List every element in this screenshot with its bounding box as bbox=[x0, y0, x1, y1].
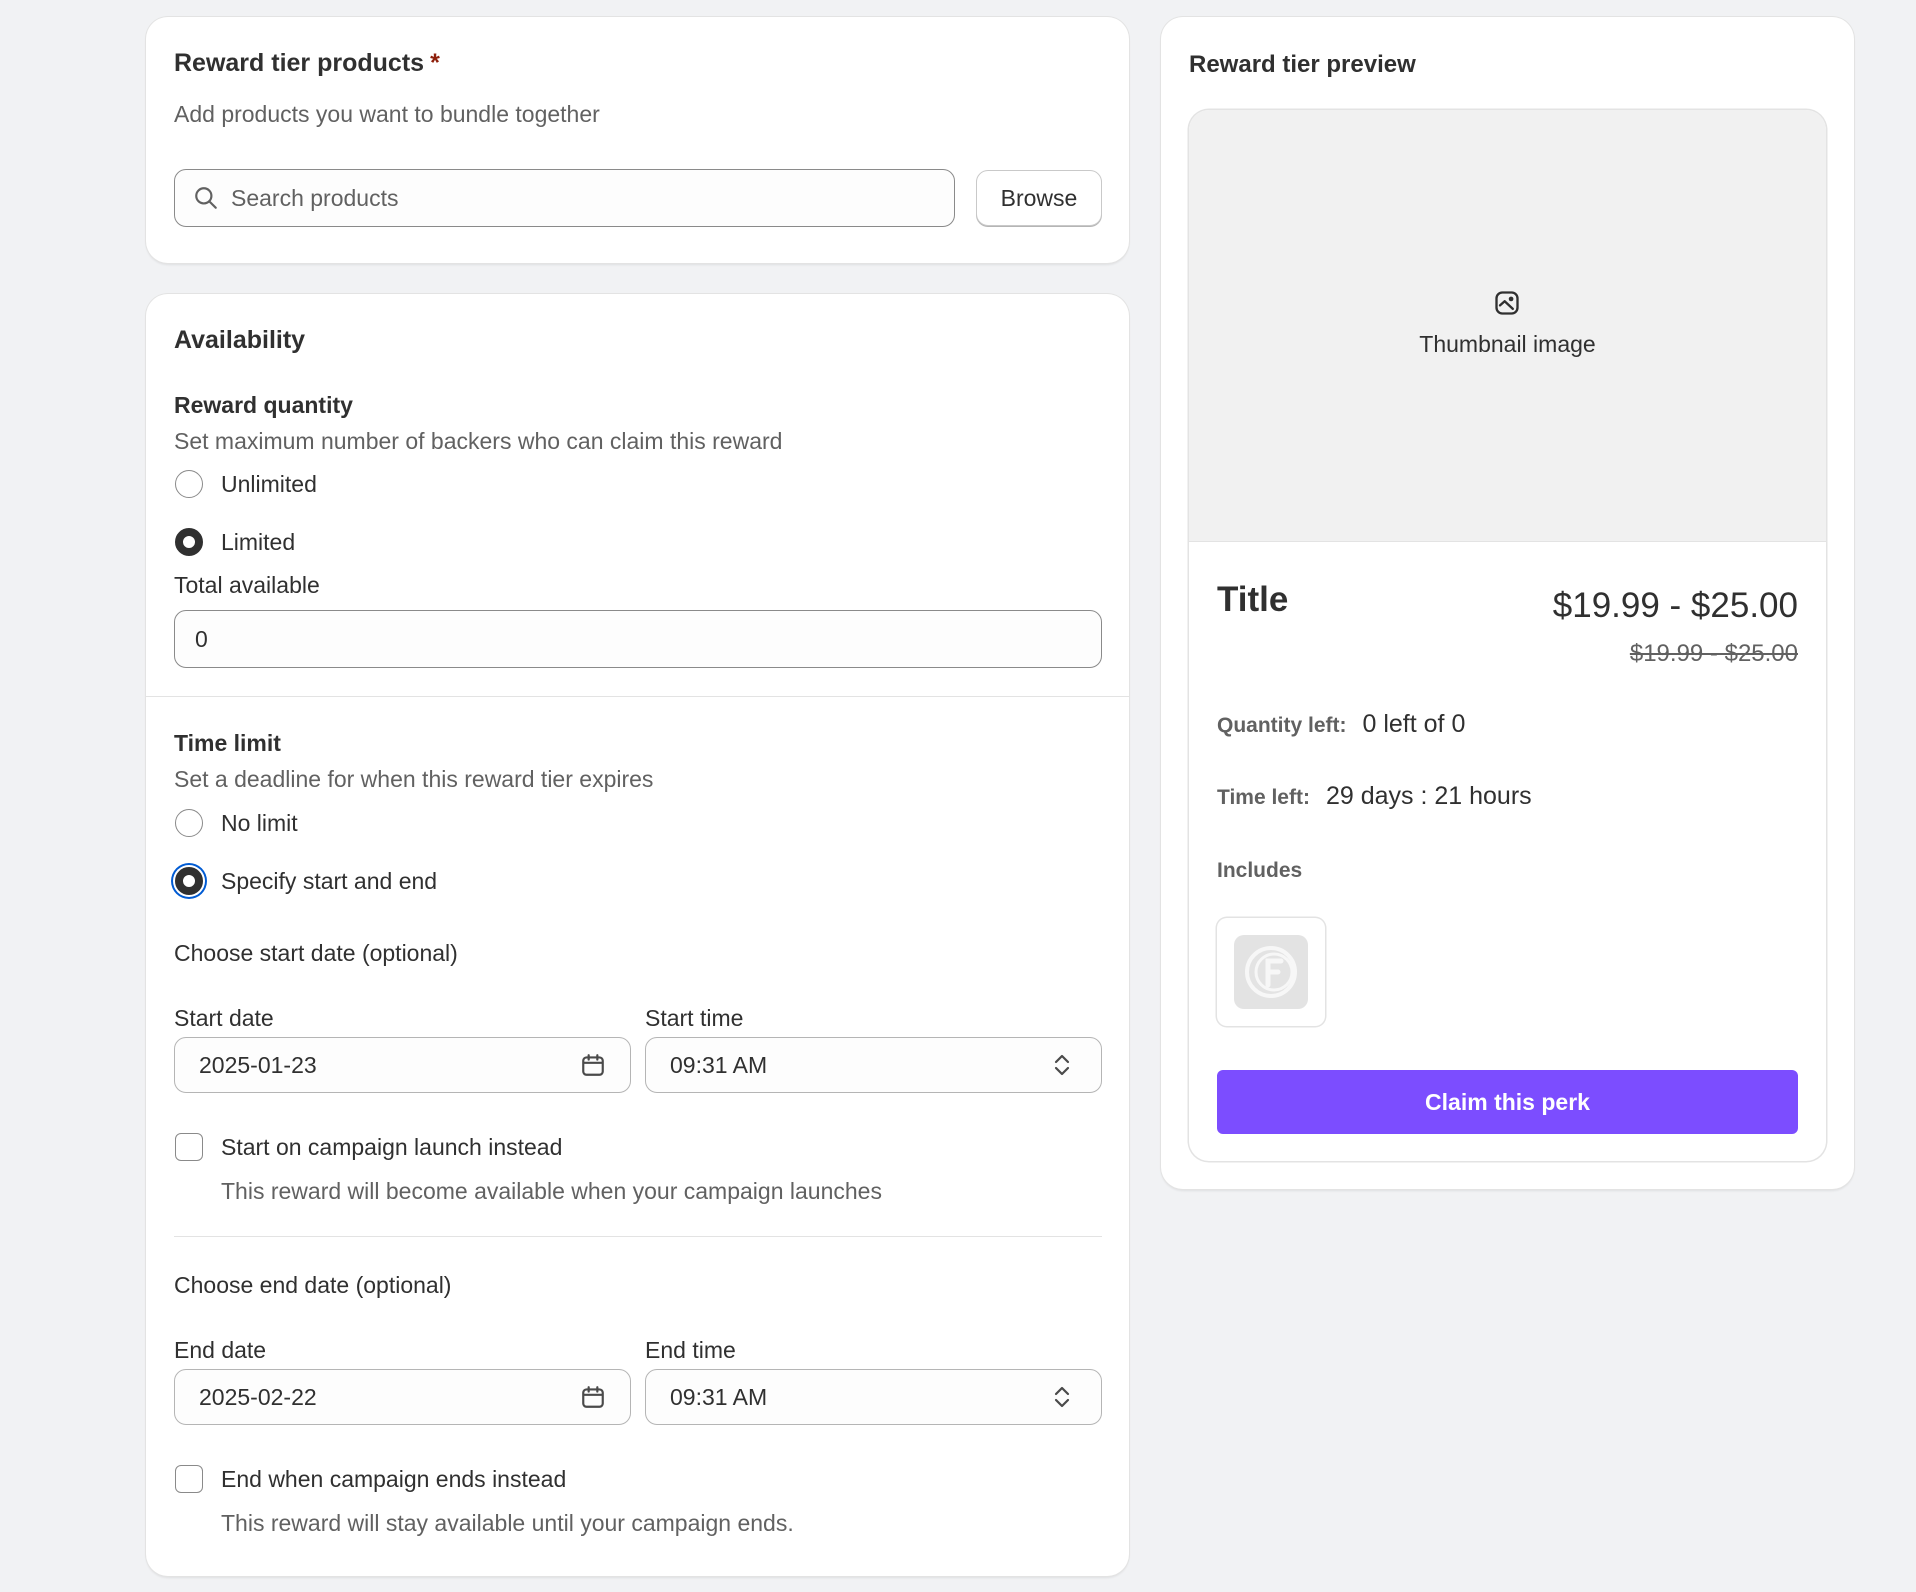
thumbnail-text: Thumbnail image bbox=[1419, 331, 1596, 357]
start-end-divider bbox=[174, 1236, 1102, 1237]
radio-specify-start-end[interactable] bbox=[175, 867, 203, 895]
item-price: $19.99 - $25.00 bbox=[1552, 586, 1798, 625]
search-icon bbox=[195, 187, 217, 209]
time-limit-help: Set a deadline for when this reward tier… bbox=[174, 766, 654, 792]
availability-card: Availability Reward quantity Set maximum… bbox=[146, 294, 1129, 1576]
radio-no-limit-label[interactable]: No limit bbox=[221, 810, 298, 837]
reward-tier-products-card: Reward tier products * Add products you w… bbox=[146, 17, 1129, 263]
start-date-value: 2025-01-23 bbox=[199, 1051, 317, 1078]
select-chevron-icon bbox=[1054, 1054, 1070, 1076]
section-divider bbox=[146, 696, 1129, 697]
quantity-left-label: Quantity left: bbox=[1217, 714, 1347, 737]
included-product-thumbnail[interactable] bbox=[1217, 918, 1325, 1026]
reward-quantity-help: Set maximum number of backers who can cl… bbox=[174, 428, 783, 454]
reward-quantity-label: Reward quantity bbox=[174, 392, 353, 418]
claim-perk-button[interactable]: Claim this perk bbox=[1217, 1070, 1798, 1134]
preview-box: Thumbnail image Title $19.99 - $25.00 $1… bbox=[1189, 110, 1826, 1161]
radio-unlimited-label[interactable]: Unlimited bbox=[221, 471, 317, 498]
end-when-campaign-ends-label[interactable]: End when campaign ends instead bbox=[221, 1466, 566, 1493]
includes-label: Includes bbox=[1217, 859, 1303, 882]
products-title-text: Reward tier products bbox=[174, 49, 425, 77]
end-date-value: 2025-02-22 bbox=[199, 1383, 317, 1410]
start-date-heading: Choose start date (optional) bbox=[174, 940, 458, 966]
end-time-value: 09:31 AM bbox=[670, 1383, 768, 1410]
start-on-launch-label[interactable]: Start on campaign launch instead bbox=[221, 1134, 562, 1161]
thumbnail-area: Thumbnail image bbox=[1189, 110, 1826, 542]
products-title: Reward tier products * bbox=[174, 49, 440, 78]
end-time-label: End time bbox=[645, 1337, 736, 1363]
end-when-campaign-ends-help: This reward will stay available until yo… bbox=[221, 1510, 794, 1536]
start-date-label: Start date bbox=[174, 1005, 274, 1031]
select-chevron-icon bbox=[1054, 1386, 1070, 1408]
item-title: Title bbox=[1217, 580, 1289, 619]
end-date-label: End date bbox=[174, 1337, 267, 1363]
radio-no-limit[interactable] bbox=[175, 809, 203, 837]
total-available-value: 0 bbox=[195, 625, 208, 652]
end-time-select[interactable]: 09:31 AM bbox=[645, 1369, 1102, 1425]
calendar-icon[interactable] bbox=[580, 1384, 606, 1410]
end-when-campaign-ends-checkbox[interactable] bbox=[175, 1465, 203, 1493]
start-date-input[interactable]: 2025-01-23 bbox=[174, 1037, 631, 1093]
availability-title: Availability bbox=[174, 326, 306, 354]
radio-specify-start-end-label[interactable]: Specify start and end bbox=[221, 868, 437, 895]
start-on-launch-checkbox[interactable] bbox=[175, 1133, 203, 1161]
start-time-label: Start time bbox=[645, 1005, 744, 1031]
quantity-left-row: Quantity left: 0 left of 0 bbox=[1217, 710, 1465, 739]
product-logo bbox=[1234, 935, 1308, 1009]
start-time-value: 09:31 AM bbox=[670, 1051, 768, 1078]
image-icon bbox=[1495, 291, 1519, 315]
end-date-heading: Choose end date (optional) bbox=[174, 1272, 452, 1298]
search-products-input[interactable]: Search products bbox=[174, 169, 955, 227]
radio-unlimited[interactable] bbox=[175, 470, 203, 498]
search-placeholder: Search products bbox=[231, 184, 399, 211]
radio-limited-label[interactable]: Limited bbox=[221, 529, 295, 556]
radio-limited[interactable] bbox=[175, 528, 203, 556]
browse-button[interactable]: Browse bbox=[976, 170, 1102, 226]
total-available-label: Total available bbox=[174, 572, 320, 598]
preview-title: Reward tier preview bbox=[1189, 51, 1416, 78]
time-limit-label: Time limit bbox=[174, 730, 281, 756]
quantity-left-value: 0 left of 0 bbox=[1362, 710, 1466, 738]
reward-tier-preview-card: Reward tier preview Thumbnail image Titl… bbox=[1161, 17, 1854, 1189]
time-left-row: Time left: 29 days : 21 hours bbox=[1217, 782, 1532, 811]
products-subtitle: Add products you want to bundle together bbox=[174, 101, 600, 127]
time-left-label: Time left: bbox=[1217, 786, 1310, 809]
end-date-input[interactable]: 2025-02-22 bbox=[174, 1369, 631, 1425]
start-time-select[interactable]: 09:31 AM bbox=[645, 1037, 1102, 1093]
start-on-launch-help: This reward will become available when y… bbox=[221, 1178, 882, 1204]
total-available-input[interactable]: 0 bbox=[174, 610, 1102, 668]
required-mark: * bbox=[430, 49, 440, 77]
calendar-icon[interactable] bbox=[580, 1052, 606, 1078]
item-compare-price: $19.99 - $25.00 bbox=[1629, 640, 1798, 667]
product-logo-icon bbox=[1245, 946, 1297, 998]
time-left-value: 29 days : 21 hours bbox=[1325, 782, 1532, 810]
